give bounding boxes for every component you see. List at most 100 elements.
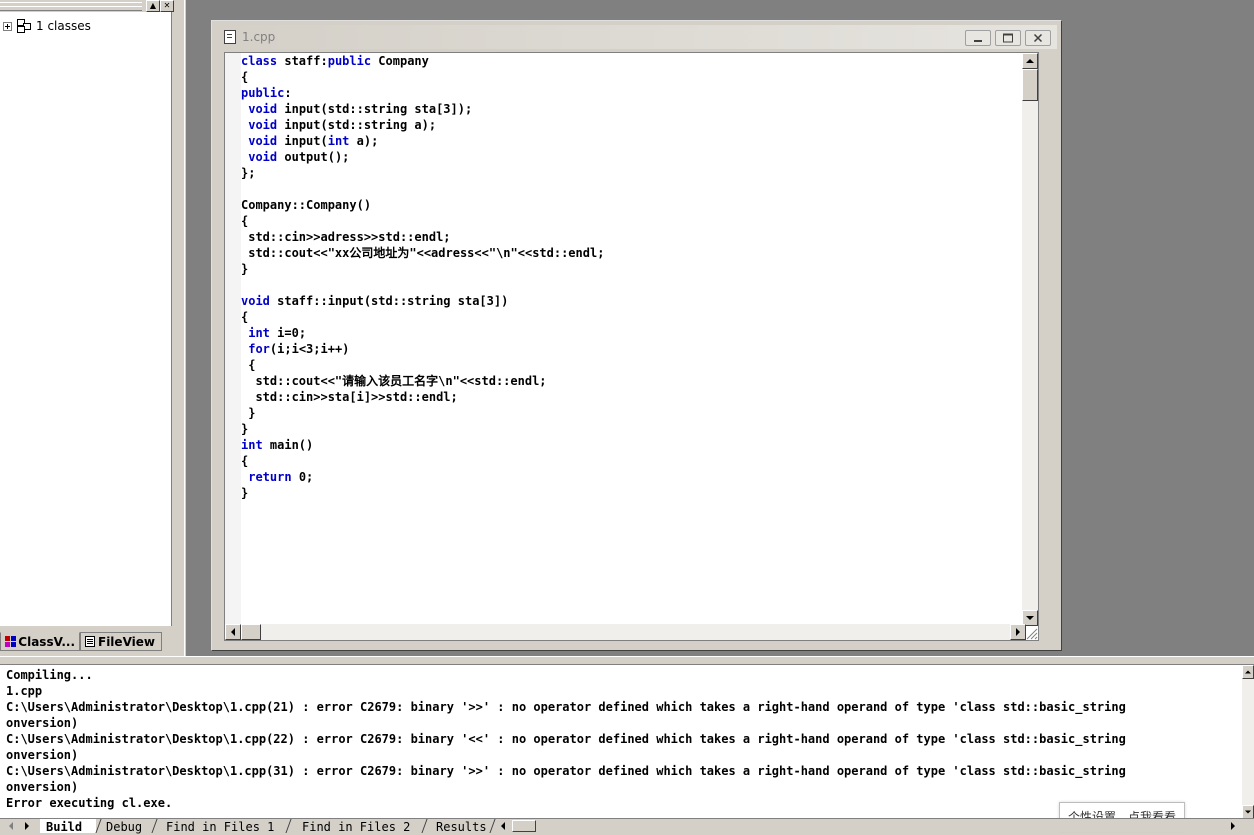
output-splitter[interactable] (0, 656, 1254, 664)
code-line[interactable]: } (241, 486, 248, 500)
code-line[interactable]: for(i;i<3;i++) (241, 342, 349, 356)
code-line[interactable]: public: (241, 86, 292, 100)
code-line[interactable]: }; (241, 166, 255, 180)
editor-title: 1.cpp (242, 30, 276, 44)
scroll-up-button[interactable] (1022, 53, 1038, 69)
editor-vertical-scrollbar[interactable] (1022, 53, 1038, 626)
scroll-thumb[interactable] (1022, 69, 1038, 101)
tab-debug[interactable]: Debug (100, 819, 152, 834)
code-keyword: void (248, 134, 278, 148)
code-line[interactable]: std::cout<<"xx公司地址为"<<adress<<"\n"<<std:… (241, 246, 604, 260)
close-button[interactable] (1025, 30, 1051, 46)
tab-find-in-files-2[interactable]: Find in Files 2 (296, 819, 422, 834)
editor-titlebar[interactable]: 1.cpp (216, 25, 1057, 49)
workspace-close-button[interactable]: ✕ (160, 0, 174, 12)
code-area[interactable]: class staff:public Company { public: voi… (225, 53, 1026, 626)
hscroll-left-icon[interactable] (498, 821, 508, 831)
code-line[interactable]: { (241, 454, 248, 468)
tab-results[interactable]: Results (430, 819, 494, 834)
editor-window[interactable]: 1.cpp class staff:public Company { publi… (211, 20, 1062, 651)
tab-find-in-files-1[interactable]: Find in Files 1 (160, 819, 286, 834)
output-line[interactable]: onversion) (6, 716, 78, 730)
restore-icon (1003, 33, 1013, 43)
output-line[interactable]: onversion) (6, 748, 78, 762)
tab-scroll-right-icon[interactable] (22, 821, 32, 831)
code-text: (i;i<3;i++) (269, 342, 350, 356)
code-line[interactable]: int main() (241, 438, 313, 452)
output-line[interactable]: onversion) (6, 780, 78, 794)
code-text: { (241, 358, 256, 372)
code-line[interactable]: { (241, 358, 255, 372)
code-line[interactable]: void output(); (241, 150, 349, 164)
tree-item-classes[interactable]: 1 classes (3, 18, 91, 34)
code-line[interactable]: std::cin>>adress>>std::endl; (241, 230, 451, 244)
code-text: { (241, 214, 249, 228)
workspace-titlebar[interactable]: ▲ ✕ (0, 0, 184, 12)
code-keyword: void (241, 294, 270, 308)
build-output[interactable]: Compiling... 1.cpp C:\Users\Administrato… (6, 667, 1126, 811)
code-line[interactable]: int i=0; (241, 326, 306, 340)
scroll-thumb[interactable] (241, 624, 261, 640)
tab-scroll-left-icon[interactable] (6, 821, 16, 831)
arrow-down-icon (1245, 810, 1251, 814)
restore-button[interactable] (995, 30, 1021, 46)
editor-gutter (225, 53, 241, 626)
code-text: { (241, 310, 249, 324)
code-line[interactable]: Company::Company() (241, 198, 371, 212)
scroll-left-button[interactable] (225, 624, 241, 640)
code-line[interactable]: return 0; (241, 470, 313, 484)
scroll-down-button[interactable] (1242, 805, 1254, 818)
code-text: std::cin>>adress>>std::endl; (241, 230, 451, 244)
code-text: staff: (284, 54, 328, 68)
close-icon: ✕ (163, 1, 171, 10)
minimize-button[interactable] (965, 30, 991, 46)
document-icon (224, 30, 236, 44)
code-line[interactable]: { (241, 310, 248, 324)
workspace-restore-button[interactable]: ▲ (146, 0, 160, 12)
code-line[interactable]: void input(std::string sta[3]); (241, 102, 472, 116)
mdi-client-area: 1.cpp class staff:public Company { publi… (187, 0, 1254, 656)
hscroll-right-icon[interactable] (1228, 821, 1238, 831)
resize-grip-icon[interactable] (1024, 626, 1038, 640)
code-line[interactable]: std::cin>>sta[i]>>std::endl; (241, 390, 457, 404)
code-keyword: return (248, 470, 292, 484)
code-line[interactable]: { (241, 214, 248, 228)
class-tree[interactable]: 1 classes (0, 12, 172, 626)
code-line[interactable]: } (241, 406, 255, 420)
output-vertical-scrollbar[interactable] (1242, 665, 1254, 818)
code-keyword: int (248, 326, 270, 340)
code-text: a); (349, 134, 379, 148)
code-line[interactable]: void input(int a); (241, 134, 378, 148)
output-line: Error executing cl.exe. (6, 796, 173, 810)
code-line[interactable]: void staff::input(std::string sta[3]) (241, 294, 508, 308)
editor-horizontal-scrollbar[interactable] (225, 624, 1026, 640)
classes-icon (16, 19, 32, 33)
output-line[interactable]: C:\Users\Administrator\Desktop\1.cpp(31)… (6, 764, 1126, 778)
code-line[interactable]: class staff:public Company (241, 54, 429, 68)
source-code[interactable]: class staff:public Company { public: voi… (241, 53, 604, 501)
code-text: Company::Company() (241, 198, 372, 212)
code-line[interactable]: { (241, 70, 248, 84)
close-icon (1033, 33, 1043, 43)
scroll-up-button[interactable] (1242, 665, 1254, 679)
output-hscroll-thumb[interactable] (512, 820, 536, 832)
code-text: 0; (291, 470, 314, 484)
code-text: main() (262, 438, 314, 452)
output-line[interactable]: C:\Users\Administrator\Desktop\1.cpp(21)… (6, 700, 1126, 714)
code-line[interactable]: } (241, 422, 248, 436)
expand-icon[interactable] (3, 21, 12, 31)
code-line[interactable]: } (241, 262, 248, 276)
tab-build[interactable]: Build (40, 819, 96, 834)
code-line[interactable]: void input(std::string a); (241, 118, 436, 132)
arrow-down-icon (1026, 616, 1034, 620)
tab-classview[interactable]: ClassV... (0, 632, 80, 651)
code-editor[interactable]: class staff:public Company { public: voi… (224, 52, 1039, 641)
code-line[interactable]: std::cout<<"请输入该员工名字\n"<<std::endl; (241, 374, 546, 388)
output-pane[interactable]: Compiling... 1.cpp C:\Users\Administrato… (0, 664, 1254, 818)
code-keyword: void (248, 118, 278, 132)
output-line[interactable]: C:\Users\Administrator\Desktop\1.cpp(22)… (6, 732, 1126, 746)
output-tab-bar: Build Debug Find in Files 1 Find in File… (0, 818, 1254, 834)
code-text: i=0; (269, 326, 307, 340)
workspace-grip[interactable] (0, 6, 142, 11)
tab-fileview[interactable]: FileView (80, 632, 162, 651)
